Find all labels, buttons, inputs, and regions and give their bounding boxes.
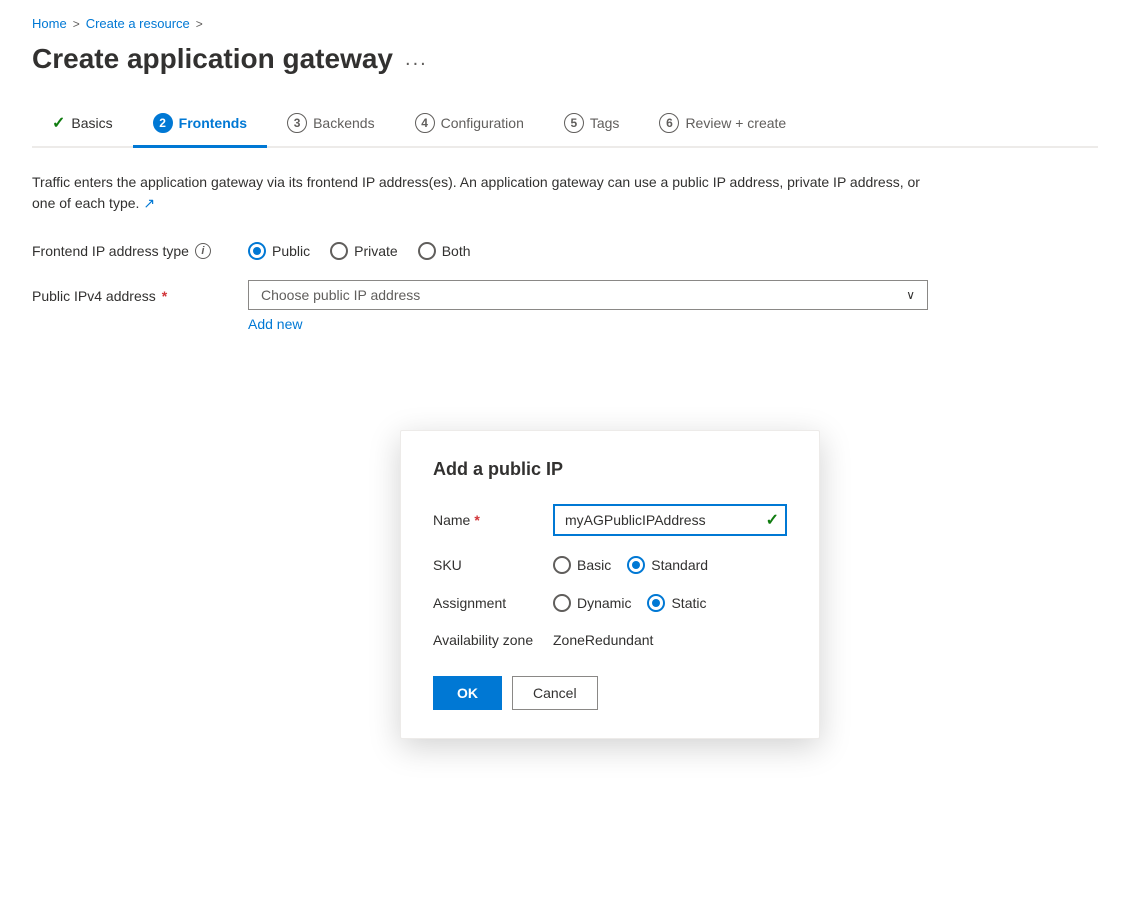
ip-type-radio-group: Public Private Both: [248, 242, 471, 260]
chevron-down-icon: ∨: [906, 288, 915, 302]
sku-standard-circle: [627, 556, 645, 574]
breadcrumb-sep2: >: [196, 17, 203, 31]
ip-type-row: Frontend IP address type i Public Privat…: [32, 242, 1098, 260]
tab-review-create[interactable]: 6 Review + create: [639, 103, 806, 148]
review-num: 6: [659, 113, 679, 133]
dialog-name-input-wrap: ✓: [553, 504, 787, 536]
ipv4-dropdown[interactable]: Choose public IP address ∨: [248, 280, 928, 310]
dialog-name-label: Name: [433, 512, 470, 528]
tab-tags-label: Tags: [590, 115, 620, 131]
ip-type-info-icon[interactable]: i: [195, 243, 211, 259]
ipv4-dropdown-section: Choose public IP address ∨ Add new: [248, 280, 928, 332]
radio-both-label: Both: [442, 243, 471, 259]
ipv4-required-star: *: [162, 288, 167, 304]
description-learn-more[interactable]: ↗: [143, 195, 155, 211]
dialog-availability-row: Availability zone ZoneRedundant: [433, 632, 787, 648]
ip-type-label: Frontend IP address type: [32, 243, 189, 259]
dialog-name-required: *: [474, 512, 479, 528]
dialog-assignment-radio-group: Dynamic Static: [553, 594, 706, 612]
ipv4-label: Public IPv4 address: [32, 288, 156, 304]
radio-public[interactable]: Public: [248, 242, 310, 260]
tab-configuration[interactable]: 4 Configuration: [395, 103, 544, 148]
configuration-num: 4: [415, 113, 435, 133]
dialog-sku-radio-group: Basic Standard: [553, 556, 708, 574]
sku-basic-circle: [553, 556, 571, 574]
assignment-static-option[interactable]: Static: [647, 594, 706, 612]
breadcrumb-sep1: >: [73, 17, 80, 31]
dialog-name-row: Name * ✓: [433, 504, 787, 536]
ipv4-dropdown-placeholder: Choose public IP address: [261, 287, 420, 303]
assignment-dynamic-option[interactable]: Dynamic: [553, 594, 631, 612]
tab-backends-label: Backends: [313, 115, 374, 131]
add-public-ip-dialog: Add a public IP Name * ✓ SKU Basic Stand…: [400, 430, 820, 739]
dialog-actions: OK Cancel: [433, 676, 787, 710]
radio-both-circle: [418, 242, 436, 260]
breadcrumb-home[interactable]: Home: [32, 16, 67, 31]
dialog-availability-value: ZoneRedundant: [553, 632, 653, 648]
dialog-title: Add a public IP: [433, 459, 787, 480]
basics-check-icon: ✓: [52, 113, 65, 133]
breadcrumb-create-resource[interactable]: Create a resource: [86, 16, 190, 31]
sku-standard-option[interactable]: Standard: [627, 556, 708, 574]
tags-num: 5: [564, 113, 584, 133]
sku-basic-label: Basic: [577, 557, 611, 573]
frontends-num: 2: [153, 113, 173, 133]
input-valid-check-icon: ✓: [766, 510, 779, 530]
tab-configuration-label: Configuration: [441, 115, 524, 131]
dialog-ok-button[interactable]: OK: [433, 676, 502, 710]
tab-backends[interactable]: 3 Backends: [267, 103, 394, 148]
radio-private-label: Private: [354, 243, 398, 259]
assignment-dynamic-label: Dynamic: [577, 595, 631, 611]
tab-tags[interactable]: 5 Tags: [544, 103, 640, 148]
tab-basics[interactable]: ✓ Basics: [32, 103, 133, 148]
radio-private[interactable]: Private: [330, 242, 398, 260]
radio-private-circle: [330, 242, 348, 260]
radio-both[interactable]: Both: [418, 242, 471, 260]
radio-public-circle: [248, 242, 266, 260]
ipv4-address-row: Public IPv4 address * Choose public IP a…: [32, 280, 1098, 332]
breadcrumb: Home > Create a resource >: [32, 16, 1098, 31]
dialog-assignment-label: Assignment: [433, 595, 506, 611]
section-description: Traffic enters the application gateway v…: [32, 172, 932, 214]
radio-public-label: Public: [272, 243, 310, 259]
dialog-sku-row: SKU Basic Standard: [433, 556, 787, 574]
tab-frontends-label: Frontends: [179, 115, 247, 131]
tab-basics-label: Basics: [71, 115, 112, 131]
tab-review-label: Review + create: [685, 115, 786, 131]
wizard-tabs: ✓ Basics 2 Frontends 3 Backends 4 Config…: [32, 103, 1098, 148]
assignment-static-label: Static: [671, 595, 706, 611]
assignment-dynamic-circle: [553, 594, 571, 612]
tab-frontends[interactable]: 2 Frontends: [133, 103, 267, 148]
backends-num: 3: [287, 113, 307, 133]
dialog-cancel-button[interactable]: Cancel: [512, 676, 598, 710]
dialog-name-input[interactable]: [553, 504, 787, 536]
dialog-sku-label: SKU: [433, 557, 462, 573]
dialog-assignment-row: Assignment Dynamic Static: [433, 594, 787, 612]
page-title: Create application gateway: [32, 43, 393, 75]
sku-standard-label: Standard: [651, 557, 708, 573]
add-new-link[interactable]: Add new: [248, 316, 928, 332]
more-options-button[interactable]: ...: [405, 48, 428, 71]
assignment-static-circle: [647, 594, 665, 612]
dialog-availability-label: Availability zone: [433, 632, 533, 648]
sku-basic-option[interactable]: Basic: [553, 556, 611, 574]
